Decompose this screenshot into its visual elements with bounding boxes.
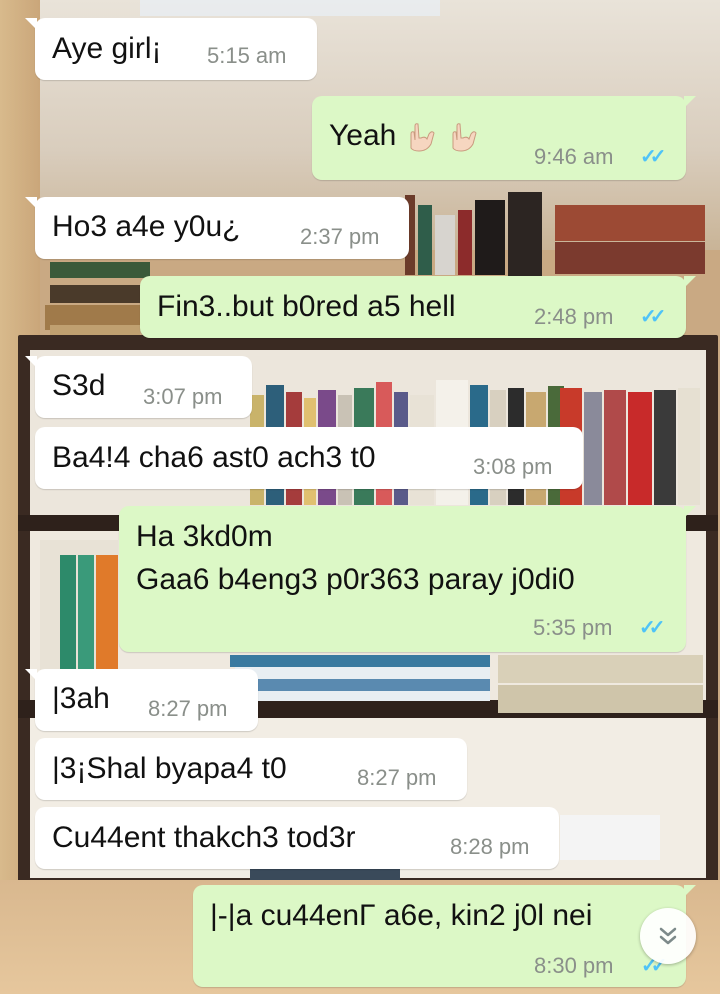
message-text: Cu44ent thakch3 tod3r bbox=[52, 821, 356, 854]
message-text: Gaa6 b4eng3 p0r363 paray j0di0 bbox=[136, 563, 575, 596]
message-incoming[interactable]: |3¡Shal byapa4 t0 8:27 pm bbox=[35, 738, 467, 800]
message-text: Ba4!4 cha6 ast0 ach3 t0 bbox=[52, 441, 376, 474]
scroll-to-bottom-button[interactable] bbox=[640, 908, 696, 964]
message-outgoing[interactable]: Ha 3kd0m Gaa6 b4eng3 p0r363 paray j0di0 … bbox=[119, 506, 696, 652]
message-time: 3:08 pm bbox=[473, 454, 553, 479]
message-time: 8:28 pm bbox=[450, 834, 530, 859]
message-time: 2:48 pm bbox=[534, 304, 614, 329]
message-text: |3ah bbox=[52, 682, 110, 715]
message-time: 8:30 pm bbox=[534, 953, 614, 978]
message-incoming[interactable]: Ho3 a4e y0u¿ 2:37 pm bbox=[25, 197, 409, 259]
message-outgoing[interactable]: Fin3..but b0red a5 hell 2:48 pm ✓✓ bbox=[140, 276, 696, 338]
message-time: 8:27 pm bbox=[148, 696, 228, 721]
read-receipt-icon: ✓✓ bbox=[640, 146, 666, 168]
message-incoming[interactable]: Ba4!4 cha6 ast0 ach3 t0 3:08 pm bbox=[35, 427, 583, 489]
message-text: |-|a cu44enΓ a6e, kin2 j0l nei bbox=[210, 899, 593, 932]
message-incoming[interactable]: |3ah 8:27 pm bbox=[25, 669, 258, 731]
message-time: 8:27 pm bbox=[357, 765, 437, 790]
read-receipt-icon: ✓✓ bbox=[640, 306, 666, 328]
double-chevron-down-icon bbox=[659, 927, 677, 945]
message-text: Fin3..but b0red a5 hell bbox=[157, 290, 456, 323]
message-incoming[interactable]: S3d 3:07 pm bbox=[25, 356, 252, 418]
read-receipt-icon: ✓✓ bbox=[639, 617, 665, 639]
wallpaper-book-spine bbox=[140, 0, 440, 16]
message-outgoing[interactable]: |-|a cu44enΓ a6e, kin2 j0l nei 8:30 pm ✓… bbox=[193, 885, 696, 987]
message-text: Yeah bbox=[329, 118, 481, 154]
message-time: 5:35 pm bbox=[533, 615, 613, 640]
message-text: Ha 3kd0m bbox=[136, 520, 273, 553]
message-time: 2:37 pm bbox=[300, 224, 380, 249]
message-text: Aye girl¡ bbox=[52, 32, 162, 65]
message-time: 5:15 am bbox=[207, 43, 287, 68]
message-text: Ho3 a4e y0u¿ bbox=[52, 210, 241, 243]
message-text: S3d bbox=[52, 369, 106, 402]
message-outgoing[interactable]: Yeah 9:46 am ✓✓ bbox=[312, 96, 696, 180]
message-text: |3¡Shal byapa4 t0 bbox=[52, 752, 287, 785]
message-incoming[interactable]: Cu44ent thakch3 tod3r 8:28 pm bbox=[35, 807, 559, 869]
hand-sign-emoji bbox=[452, 123, 477, 152]
message-incoming[interactable]: Aye girl¡ 5:15 am bbox=[25, 18, 317, 80]
hand-sign-emoji bbox=[410, 123, 435, 152]
message-time: 3:07 pm bbox=[143, 384, 223, 409]
message-time: 9:46 am bbox=[534, 144, 614, 169]
